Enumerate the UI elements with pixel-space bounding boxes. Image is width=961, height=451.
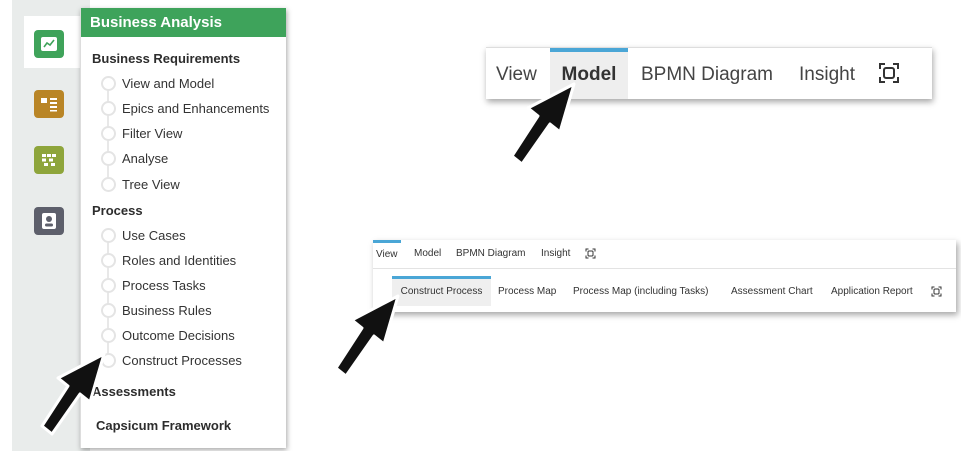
section-capsicum-framework[interactable]: Capsicum Framework xyxy=(96,418,231,433)
menu-item-construct-processes[interactable]: Construct Processes xyxy=(122,353,242,368)
pointer-arrow-icon xyxy=(334,294,400,378)
nav-with-subtabs: View Model BPMN Diagram Insight Construc… xyxy=(373,240,956,312)
tab-insight[interactable]: Insight xyxy=(799,48,855,99)
subtab-process-map-including-tasks[interactable]: Process Map (including Tasks) xyxy=(573,276,708,306)
menu-bullet-icon xyxy=(101,228,116,243)
menu-item-epics-and-enhancements[interactable]: Epics and Enhancements xyxy=(122,101,269,116)
menu-item-view-and-model[interactable]: View and Model xyxy=(122,76,214,91)
chart-report-icon[interactable] xyxy=(34,30,64,58)
menu-bullet-icon xyxy=(101,76,116,91)
menu-header: Business Analysis xyxy=(81,8,286,37)
menu-bullet-icon xyxy=(101,303,116,318)
menu-bullet-icon xyxy=(101,101,116,116)
tab-bpmn-diagram-small[interactable]: BPMN Diagram xyxy=(456,240,525,268)
section-business-requirements[interactable]: Business Requirements xyxy=(92,51,240,66)
business-analysis-menu: Business Analysis Business Requirements … xyxy=(80,8,286,448)
section-process[interactable]: Process xyxy=(92,203,143,218)
menu-item-business-rules[interactable]: Business Rules xyxy=(122,303,212,318)
tab-view-small[interactable]: View xyxy=(373,240,401,268)
sub-tab-row: Construct Process Process Map Process Ma… xyxy=(373,276,956,306)
menu-item-process-tasks[interactable]: Process Tasks xyxy=(122,278,206,293)
tab-bpmn-diagram[interactable]: BPMN Diagram xyxy=(641,48,773,99)
tab-model-small[interactable]: Model xyxy=(414,240,441,268)
menu-item-analyse[interactable]: Analyse xyxy=(122,151,168,166)
grid-matrix-icon[interactable] xyxy=(34,146,64,174)
process-board-icon[interactable] xyxy=(34,90,64,118)
tab-insight-small[interactable]: Insight xyxy=(541,240,570,268)
menu-bullet-icon xyxy=(101,151,116,166)
menu-bullet-icon xyxy=(101,278,116,293)
subtab-application-report[interactable]: Application Report xyxy=(831,276,913,306)
user-card-icon[interactable] xyxy=(34,207,64,235)
menu-item-tree-view[interactable]: Tree View xyxy=(122,177,180,192)
subtab-process-map[interactable]: Process Map xyxy=(498,276,556,306)
expand-icon[interactable] xyxy=(878,62,900,86)
pointer-arrow-icon xyxy=(40,352,106,436)
menu-bullet-icon xyxy=(101,253,116,268)
menu-bullet-icon xyxy=(101,177,116,192)
menu-item-roles-and-identities[interactable]: Roles and Identities xyxy=(122,253,236,268)
pointer-arrow-icon xyxy=(510,82,576,166)
subtab-assessment-chart[interactable]: Assessment Chart xyxy=(731,276,813,306)
menu-item-outcome-decisions[interactable]: Outcome Decisions xyxy=(122,328,235,343)
menu-item-filter-view[interactable]: Filter View xyxy=(122,126,182,141)
main-tab-row: View Model BPMN Diagram Insight xyxy=(373,240,956,269)
expand-icon[interactable] xyxy=(931,286,942,298)
menu-bullet-icon xyxy=(101,126,116,141)
expand-icon[interactable] xyxy=(585,248,596,260)
menu-bullet-icon xyxy=(101,328,116,343)
menu-item-use-cases[interactable]: Use Cases xyxy=(122,228,186,243)
subtab-construct-process[interactable]: Construct Process xyxy=(392,276,491,306)
